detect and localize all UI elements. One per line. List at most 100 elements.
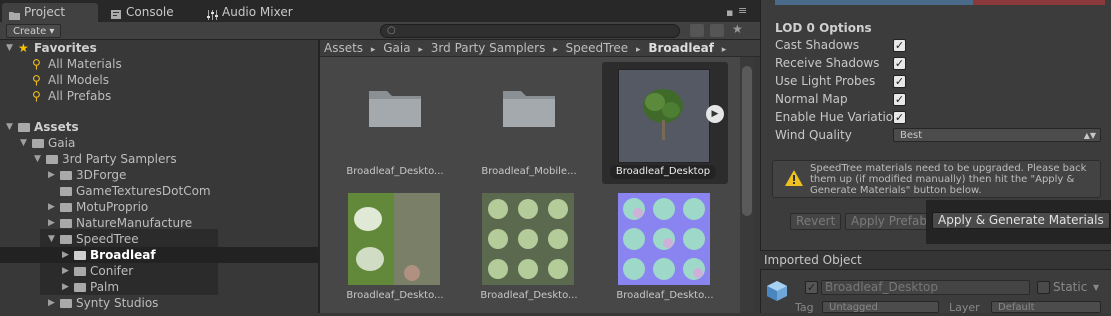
filter-type-icon[interactable] [690,24,704,37]
play-icon[interactable]: ▶ [706,105,724,123]
asset-name: Broadleaf_Deskto... [616,290,714,301]
breadcrumb-item[interactable]: 3rd Party Samplers [431,41,546,55]
folder-icon [32,139,44,148]
tree-item-all-prefabs[interactable]: ⚲ All Prefabs [0,88,318,104]
expand-arrow-icon[interactable]: ▼ [48,231,55,247]
asset-item[interactable]: Broadleaf_Mobile... [468,67,590,183]
console-icon [111,7,122,19]
collapse-arrow-icon[interactable]: ▶ [62,247,69,263]
cube-icon [766,280,788,305]
asset-item[interactable]: Broadleaf_Deskto... [334,67,456,183]
tree-favorites[interactable]: ▼ ★ Favorites [0,40,318,56]
expand-arrow-icon[interactable]: ▼ [6,119,13,135]
revert-button[interactable]: Revert [790,213,842,230]
folder-icon [501,85,557,129]
tree-item-motuproprio[interactable]: ▶ MotuProprio [0,199,318,215]
tree-assets[interactable]: ▼ Assets [0,119,318,135]
imported-object-label: Imported Object [764,253,862,267]
cast-shadows-checkbox[interactable]: ✓ [893,39,906,52]
tree-item-all-materials[interactable]: ⚲ All Materials [0,56,318,72]
tree-item-label: Conifer [90,264,134,278]
tree-item-all-models[interactable]: ⚲ All Models [0,72,318,88]
tree-item-gametexturesdotcom[interactable]: GameTexturesDotCom [0,183,318,199]
object-name-field[interactable]: Broadleaf_Desktop [821,280,1030,295]
tree-item-palm[interactable]: ▶ Palm [40,279,218,295]
apply-generate-materials-button[interactable]: Apply & Generate Materials [932,212,1110,229]
normal-map-checkbox[interactable]: ✓ [893,93,906,106]
folder-icon [60,299,72,308]
upgrade-warning-box: SpeedTree materials need to be upgraded.… [772,160,1101,198]
tree-item-synty-studios[interactable]: ▶ Synty Studios [0,295,318,311]
receive-shadows-checkbox[interactable]: ✓ [893,57,906,70]
chevron-down-icon[interactable]: ▼ [1093,283,1099,292]
folder-icon [60,219,72,228]
tree-item-label: All Prefabs [48,89,112,103]
star-icon: ★ [18,41,29,55]
asset-item-selected[interactable]: ▶ Broadleaf_Desktop [604,67,726,183]
collapse-arrow-icon[interactable]: ▶ [62,263,69,279]
tree-item-3rd-party-samplers[interactable]: ▼ 3rd Party Samplers [0,151,318,167]
breadcrumb-current[interactable]: Broadleaf [648,41,714,55]
asset-item[interactable]: Broadleaf_Deskto... [468,193,590,307]
create-dropdown[interactable]: Create ▾ [6,24,62,38]
use-light-probes-checkbox[interactable]: ✓ [893,75,906,88]
lod-bar[interactable] [775,0,1105,5]
expand-arrow-icon[interactable]: ▼ [34,151,41,167]
star-icon[interactable]: ★ [732,22,743,36]
enable-hue-variation-checkbox[interactable]: ✓ [893,111,906,124]
asset-name: Broadleaf_Deskto... [346,166,444,177]
texture-thumbnail [482,193,574,285]
breadcrumb-item[interactable]: Assets [324,41,363,55]
tree-item-gaia[interactable]: ▼ Gaia [0,135,318,151]
apply-prefab-button[interactable]: Apply Prefab [845,213,933,230]
breadcrumb-item[interactable]: Gaia [383,41,410,55]
tree-favorites-label: Favorites [34,41,97,55]
option-label: Cast Shadows [775,38,860,52]
lock-icon[interactable]: ▪ [726,6,733,19]
folder-icon [60,187,72,196]
breadcrumb: Assets ▸ Gaia ▸ 3rd Party Samplers ▸ Spe… [320,40,760,57]
expand-arrow-icon[interactable]: ▼ [20,135,27,151]
object-active-checkbox[interactable]: ✓ [805,281,818,294]
collapse-arrow-icon[interactable]: ▶ [62,279,69,295]
breadcrumb-item[interactable]: SpeedTree [566,41,629,55]
option-label: Normal Map [775,92,848,106]
search-icon: ⚲ [32,89,41,103]
asset-item[interactable]: Broadleaf_Deskto... [604,193,726,307]
asset-item[interactable]: Broadleaf_Deskto... [334,193,456,307]
grid-scrollbar-thumb[interactable] [742,66,752,216]
tree-prefab-thumbnail [618,69,710,163]
tab-console[interactable]: Console [104,3,196,22]
tree-item-3dforge[interactable]: ▶ 3DForge [0,167,318,183]
collapse-arrow-icon[interactable]: ▶ [48,167,55,183]
collapse-arrow-icon[interactable]: ▶ [48,295,55,311]
tab-project[interactable]: Project [2,3,98,22]
chevron-right-icon: ▸ [721,45,727,55]
tree-item-speedtree[interactable]: ▼ SpeedTree [40,231,218,247]
tree-assets-label: Assets [34,120,79,134]
search-input[interactable]: ○ [380,24,680,38]
tab-audio-mixer-label: Audio Mixer [222,5,293,19]
tree-item-conifer[interactable]: ▶ Conifer [40,263,218,279]
tree-item-label: GameTexturesDotCom [76,184,211,198]
folder-icon [18,123,30,132]
folder-icon [9,7,20,20]
expand-arrow-icon[interactable]: ▼ [6,40,13,56]
asset-name: Broadleaf_Desktop [610,165,716,179]
texture-thumbnail [348,193,440,285]
static-checkbox[interactable] [1037,281,1050,294]
chevron-right-icon: ▸ [553,45,558,55]
option-label: Receive Shadows [775,56,880,70]
folder-icon [60,171,72,180]
layer-dropdown[interactable]: Default [991,301,1101,313]
menu-icon[interactable]: ≡ [738,4,747,17]
wind-quality-value: Best [900,130,923,141]
collapse-arrow-icon[interactable]: ▶ [48,199,55,215]
wind-quality-dropdown[interactable]: Best ▲▼ [893,128,1101,142]
tag-dropdown[interactable]: Untagged [822,301,939,313]
static-label: Static [1053,280,1088,294]
search-icon: ○ [387,25,396,36]
filter-label-icon[interactable] [710,24,724,37]
tree-item-broadleaf[interactable]: ▶ Broadleaf [0,247,318,263]
tab-audio-mixer[interactable]: Audio Mixer [200,3,308,22]
